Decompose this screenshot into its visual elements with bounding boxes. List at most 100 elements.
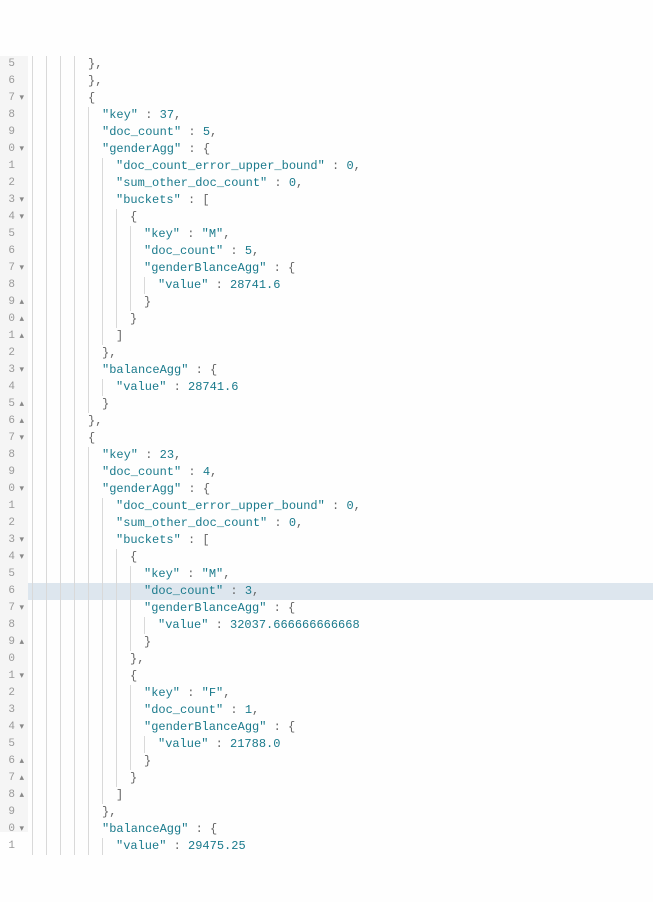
indent-guide [60, 311, 74, 328]
code-line[interactable]: "key" : 37, [28, 107, 653, 124]
code-line[interactable]: "key" : "M", [28, 226, 653, 243]
token-num: 5 [203, 125, 210, 139]
fold-icon[interactable]: ▴ [16, 753, 24, 770]
code-line[interactable]: { [28, 430, 653, 447]
gutter-line: 0 [0, 651, 24, 668]
code-line[interactable]: { [28, 549, 653, 566]
code-line[interactable]: } [28, 396, 653, 413]
code-line[interactable]: }, [28, 804, 653, 821]
code-area[interactable]: },},{"key" : 37,"doc_count" : 5,"genderA… [28, 56, 653, 832]
code-line[interactable]: "doc_count_error_upper_bound" : 0, [28, 498, 653, 515]
code-line[interactable]: "value" : 29475.25 [28, 838, 653, 855]
code-editor[interactable]: 567▾890▾123▾4▾567▾89▴0▴1▴23▾45▴6▴7▾890▾1… [0, 56, 653, 832]
code-line[interactable]: "genderAgg" : { [28, 481, 653, 498]
code-line[interactable]: "key" : 23, [28, 447, 653, 464]
fold-icon[interactable]: ▴ [16, 396, 24, 413]
line-number: 0 [8, 651, 15, 668]
code-line[interactable]: }, [28, 345, 653, 362]
fold-icon[interactable]: ▾ [16, 192, 24, 209]
token-brace: }, [102, 805, 116, 819]
gutter-line: 5▴ [0, 396, 24, 413]
code-line[interactable]: "doc_count" : 5, [28, 243, 653, 260]
fold-icon[interactable]: ▾ [16, 90, 24, 107]
gutter-line: 9▴ [0, 634, 24, 651]
code-line[interactable]: "value" : 21788.0 [28, 736, 653, 753]
code-line[interactable]: } [28, 634, 653, 651]
fold-icon[interactable]: ▴ [16, 787, 24, 804]
code-line[interactable]: "genderBlanceAgg" : { [28, 260, 653, 277]
indent-guide [60, 566, 74, 583]
code-line[interactable]: ] [28, 787, 653, 804]
token-colon: : [208, 618, 230, 632]
fold-icon[interactable]: ▴ [16, 770, 24, 787]
code-line[interactable]: { [28, 209, 653, 226]
code-line[interactable]: "genderBlanceAgg" : { [28, 600, 653, 617]
line-number: 2 [8, 685, 15, 702]
indent-guide [32, 481, 46, 498]
line-content: "value" : 29475.25 [116, 839, 246, 853]
code-line[interactable]: "value" : 28741.6 [28, 379, 653, 396]
token-brace: { [288, 601, 295, 615]
fold-icon[interactable]: ▾ [16, 481, 24, 498]
fold-icon[interactable]: ▴ [16, 413, 24, 430]
token-colon: : [181, 482, 203, 496]
code-line[interactable]: "value" : 28741.6 [28, 277, 653, 294]
code-line[interactable]: "doc_count" : 4, [28, 464, 653, 481]
code-line[interactable]: "doc_count" : 1, [28, 702, 653, 719]
code-line[interactable]: "buckets" : [ [28, 192, 653, 209]
fold-icon[interactable]: ▾ [16, 260, 24, 277]
fold-icon[interactable]: ▾ [16, 532, 24, 549]
code-line[interactable]: { [28, 90, 653, 107]
fold-icon[interactable]: ▴ [16, 294, 24, 311]
fold-icon[interactable]: ▾ [16, 209, 24, 226]
code-line[interactable]: } [28, 753, 653, 770]
code-line[interactable]: "doc_count" : 3, [28, 583, 653, 600]
code-line[interactable]: }, [28, 413, 653, 430]
fold-icon[interactable]: ▾ [16, 821, 24, 838]
token-num: 0 [289, 516, 296, 530]
indent-guide [60, 294, 74, 311]
token-colon: : [180, 227, 202, 241]
fold-icon[interactable]: ▴ [16, 634, 24, 651]
indent-guide [130, 753, 144, 770]
code-line[interactable]: "buckets" : [ [28, 532, 653, 549]
code-line[interactable]: } [28, 311, 653, 328]
indent-guide [46, 634, 60, 651]
token-colon: : [181, 465, 203, 479]
code-line[interactable]: { [28, 668, 653, 685]
code-line[interactable]: }, [28, 56, 653, 73]
code-line[interactable]: } [28, 294, 653, 311]
token-brace: { [203, 482, 210, 496]
code-line[interactable]: }, [28, 73, 653, 90]
code-line[interactable]: "balanceAgg" : { [28, 362, 653, 379]
code-line[interactable]: "sum_other_doc_count" : 0, [28, 515, 653, 532]
code-line[interactable]: "key" : "M", [28, 566, 653, 583]
fold-icon[interactable]: ▴ [16, 328, 24, 345]
code-line[interactable]: "value" : 32037.666666666668 [28, 617, 653, 634]
code-line[interactable]: } [28, 770, 653, 787]
fold-icon[interactable]: ▾ [16, 719, 24, 736]
code-line[interactable]: "key" : "F", [28, 685, 653, 702]
token-brace: { [210, 822, 217, 836]
indent-guide [74, 634, 88, 651]
fold-icon[interactable]: ▾ [16, 141, 24, 158]
fold-icon[interactable]: ▾ [16, 430, 24, 447]
code-line[interactable]: "genderAgg" : { [28, 141, 653, 158]
code-line[interactable]: "genderBlanceAgg" : { [28, 719, 653, 736]
fold-icon[interactable]: ▾ [16, 549, 24, 566]
fold-icon[interactable]: ▾ [16, 668, 24, 685]
indent-guide [60, 413, 74, 430]
indent-guide [60, 209, 74, 226]
code-line[interactable]: "balanceAgg" : { [28, 821, 653, 838]
code-line[interactable]: "doc_count" : 5, [28, 124, 653, 141]
fold-icon[interactable]: ▾ [16, 362, 24, 379]
indent-guide [116, 600, 130, 617]
line-number: 9 [8, 124, 15, 141]
code-line[interactable]: "doc_count_error_upper_bound" : 0, [28, 158, 653, 175]
code-line[interactable]: "sum_other_doc_count" : 0, [28, 175, 653, 192]
code-line[interactable]: ] [28, 328, 653, 345]
line-number: 1 [8, 158, 15, 175]
fold-icon[interactable]: ▴ [16, 311, 24, 328]
fold-icon[interactable]: ▾ [16, 600, 24, 617]
code-line[interactable]: }, [28, 651, 653, 668]
